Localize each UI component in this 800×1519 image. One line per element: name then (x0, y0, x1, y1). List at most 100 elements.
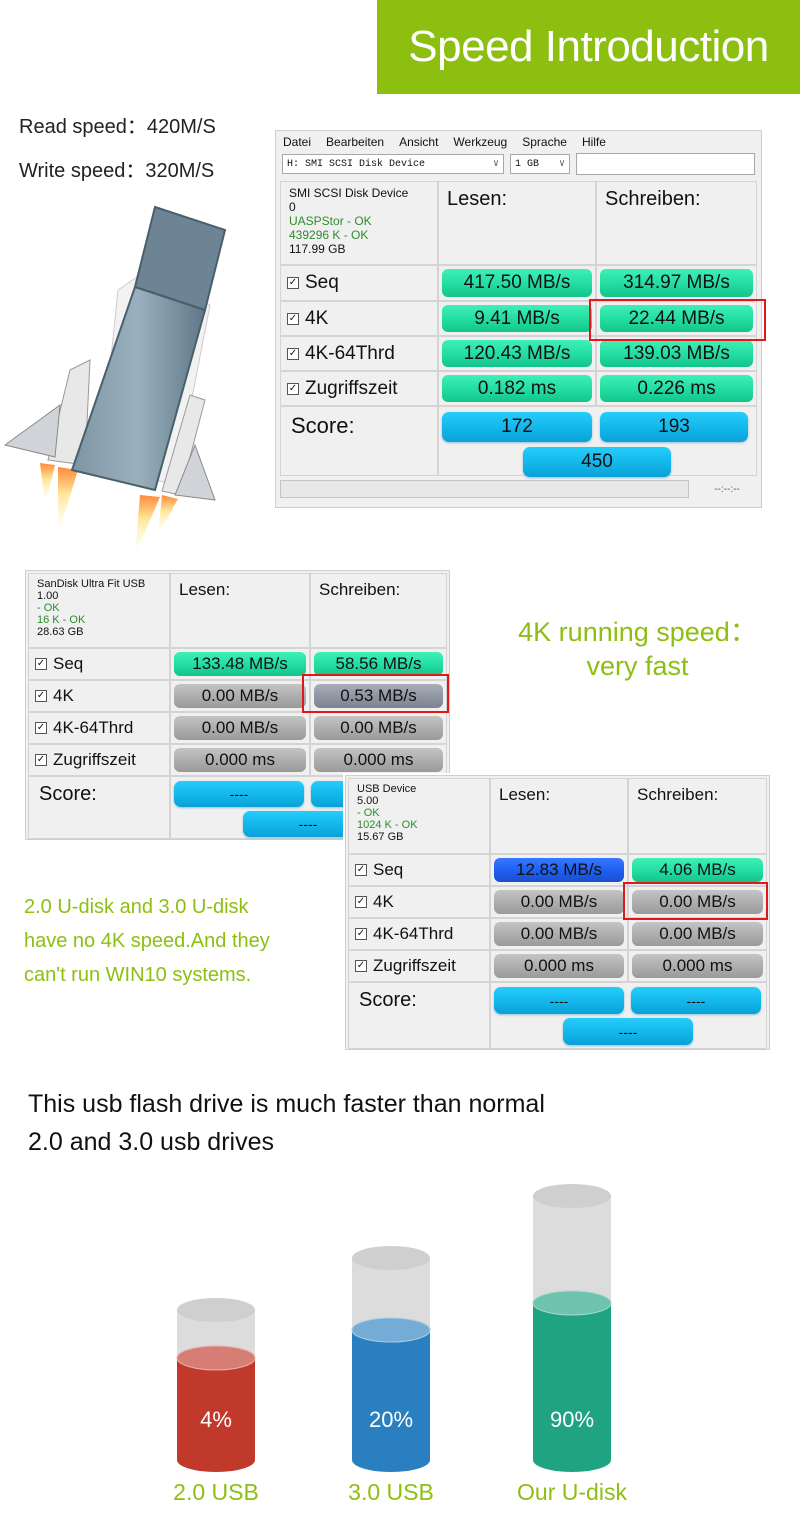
category-label: 3.0 USB (348, 1479, 434, 1505)
row-seq-label[interactable]: ✓ Seq (281, 266, 437, 300)
access-read-cell: 0.000 ms (171, 745, 309, 775)
cylinder-container-top (352, 1246, 430, 1270)
menu-datei[interactable]: Datei (283, 135, 311, 149)
device-capacity: 15.67 GB (357, 831, 404, 843)
row-label: 4K-64Thrd (53, 718, 134, 737)
write-speed-spec: Write speed：320M/S (19, 160, 215, 182)
cylinder-fill-top (176, 1345, 256, 1371)
4k64-write-cell: 0.00 MB/s (629, 919, 766, 949)
device-capacity: 117.99 GB (289, 242, 346, 256)
row-access-label[interactable]: ✓ Zugriffszeit (349, 951, 489, 981)
row-label: Seq (53, 654, 84, 673)
text-field[interactable] (576, 153, 755, 175)
row-seq-label[interactable]: ✓ Seq (349, 855, 489, 885)
result-pill: 58.56 MB/s (314, 652, 443, 676)
score-area: 172 193 450 (439, 407, 756, 477)
seq-write-cell: 4.06 MB/s (629, 855, 766, 885)
compare-caption: This usb flash drive is much faster than… (28, 1085, 545, 1161)
result-pill: 314.97 MB/s (600, 269, 753, 297)
4k64-read-cell: 0.00 MB/s (171, 713, 309, 743)
device-info: SMI SCSI Disk Device 0 UASPStor - OK 439… (281, 182, 437, 264)
checkbox-icon[interactable]: ✓ (35, 722, 47, 734)
result-pill: 0.226 ms (600, 375, 753, 402)
row-4k64-label[interactable]: ✓ 4K-64Thrd (281, 337, 437, 370)
cylinder-bottom (177, 1448, 255, 1472)
speed-comparison-chart: 4% 2.0 USB 20% 3.0 USB 90% Our U-disk (173, 1184, 627, 1505)
checkbox-icon[interactable]: ✓ (355, 864, 367, 876)
4k-read-cell: 9.41 MB/s (439, 302, 595, 335)
cylinder-container-top (177, 1298, 255, 1322)
col-read-header: Lesen: (491, 779, 627, 853)
row-4k64-label[interactable]: ✓ 4K-64Thrd (349, 919, 489, 949)
device-capacity: 28.63 GB (37, 626, 84, 638)
cylinder-fill-top (351, 1317, 431, 1343)
device-name: SanDisk Ultra Fit USB (37, 578, 146, 590)
row-label: 4K-64Thrd (373, 924, 454, 943)
col-read-header: Lesen: (439, 182, 595, 264)
checkbox-icon[interactable]: ✓ (287, 277, 299, 289)
checkbox-icon[interactable]: ✓ (35, 658, 47, 670)
row-4k-label[interactable]: ✓ 4K (281, 302, 437, 335)
chevron-down-icon: ∨ (492, 159, 499, 170)
read-speed-spec: Read speed：420M/S (19, 116, 216, 138)
access-read-cell: 0.182 ms (439, 372, 595, 405)
score-total: 450 (523, 447, 671, 477)
row-4k-label[interactable]: ✓ 4K (29, 681, 169, 711)
device-version: 0 (289, 200, 296, 214)
col-write-header: Schreiben: (597, 182, 756, 264)
menu-werkzeug[interactable]: Werkzeug (453, 135, 507, 149)
checkbox-icon[interactable]: ✓ (355, 896, 367, 908)
no4k-caption: 2.0 U-disk and 3.0 U-disk have no 4K spe… (24, 890, 334, 992)
result-pill: 139.03 MB/s (600, 340, 753, 367)
score-area: ---- ---- ---- (491, 983, 766, 1048)
checkbox-icon[interactable]: ✓ (287, 382, 299, 395)
score-write: 193 (600, 412, 748, 442)
cylinder-fill-top (532, 1290, 612, 1316)
menu-ansicht[interactable]: Ansicht (399, 135, 438, 149)
score-total: ---- (563, 1018, 693, 1045)
row-label: Zugriffszeit (373, 956, 456, 975)
cylinder-container-top (533, 1184, 611, 1208)
checkbox-icon[interactable]: ✓ (35, 754, 47, 766)
checkbox-icon[interactable]: ✓ (355, 928, 367, 940)
checkbox-icon[interactable]: ✓ (287, 312, 299, 325)
row-label: 4K-64Thrd (305, 342, 395, 364)
size-select[interactable]: 1 GB ∨ (510, 154, 570, 174)
no4k-line1: 2.0 U-disk and 3.0 U-disk (24, 896, 249, 918)
fourk-caption-line2: very fast (586, 651, 689, 681)
score-label: Score: (29, 777, 169, 838)
menu-bar: Datei Bearbeiten Ansicht Werkzeug Sprach… (276, 131, 761, 153)
4k-read-cell: 0.00 MB/s (491, 887, 627, 917)
4k64-read-cell: 120.43 MB/s (439, 337, 595, 370)
drive-select[interactable]: H: SMI SCSI Disk Device ∨ (282, 154, 504, 174)
menu-sprache[interactable]: Sprache (522, 135, 567, 149)
row-4k64-label[interactable]: ✓ 4K-64Thrd (29, 713, 169, 743)
score-label: Score: (281, 407, 437, 475)
chevron-down-icon: ∨ (558, 159, 565, 170)
seq-read-cell: 12.83 MB/s (491, 855, 627, 885)
menu-hilfe[interactable]: Hilfe (582, 135, 606, 149)
row-seq-label[interactable]: ✓ Seq (29, 649, 169, 679)
category-label: 2.0 USB (173, 1479, 259, 1505)
row-access-label[interactable]: ✓ Zugriffszeit (281, 372, 437, 405)
row-label: 4K (305, 307, 329, 329)
menu-bearbeiten[interactable]: Bearbeiten (326, 135, 384, 149)
result-pill: 0.000 ms (494, 954, 624, 978)
result-pill: 0.00 MB/s (314, 716, 443, 740)
usb-rocket-icon (3, 205, 227, 555)
result-pill: 9.41 MB/s (442, 305, 592, 332)
toolbar: H: SMI SCSI Disk Device ∨ 1 GB ∨ (276, 153, 761, 175)
checkbox-icon[interactable]: ✓ (35, 690, 47, 702)
checkbox-icon[interactable]: ✓ (287, 347, 299, 360)
col-write-header: Schreiben: (629, 779, 766, 853)
compare-line1: This usb flash drive is much faster than… (28, 1090, 545, 1118)
result-pill: 0.00 MB/s (174, 684, 306, 708)
highlight-box (589, 299, 766, 341)
row-access-label[interactable]: ✓ Zugriffszeit (29, 745, 169, 775)
4k64-write-cell: 139.03 MB/s (597, 337, 756, 370)
row-4k-label[interactable]: ✓ 4K (349, 887, 489, 917)
cylinder-bottom (533, 1448, 611, 1472)
access-write-cell: 0.000 ms (629, 951, 766, 981)
score-read: 172 (442, 412, 592, 442)
checkbox-icon[interactable]: ✓ (355, 960, 367, 972)
